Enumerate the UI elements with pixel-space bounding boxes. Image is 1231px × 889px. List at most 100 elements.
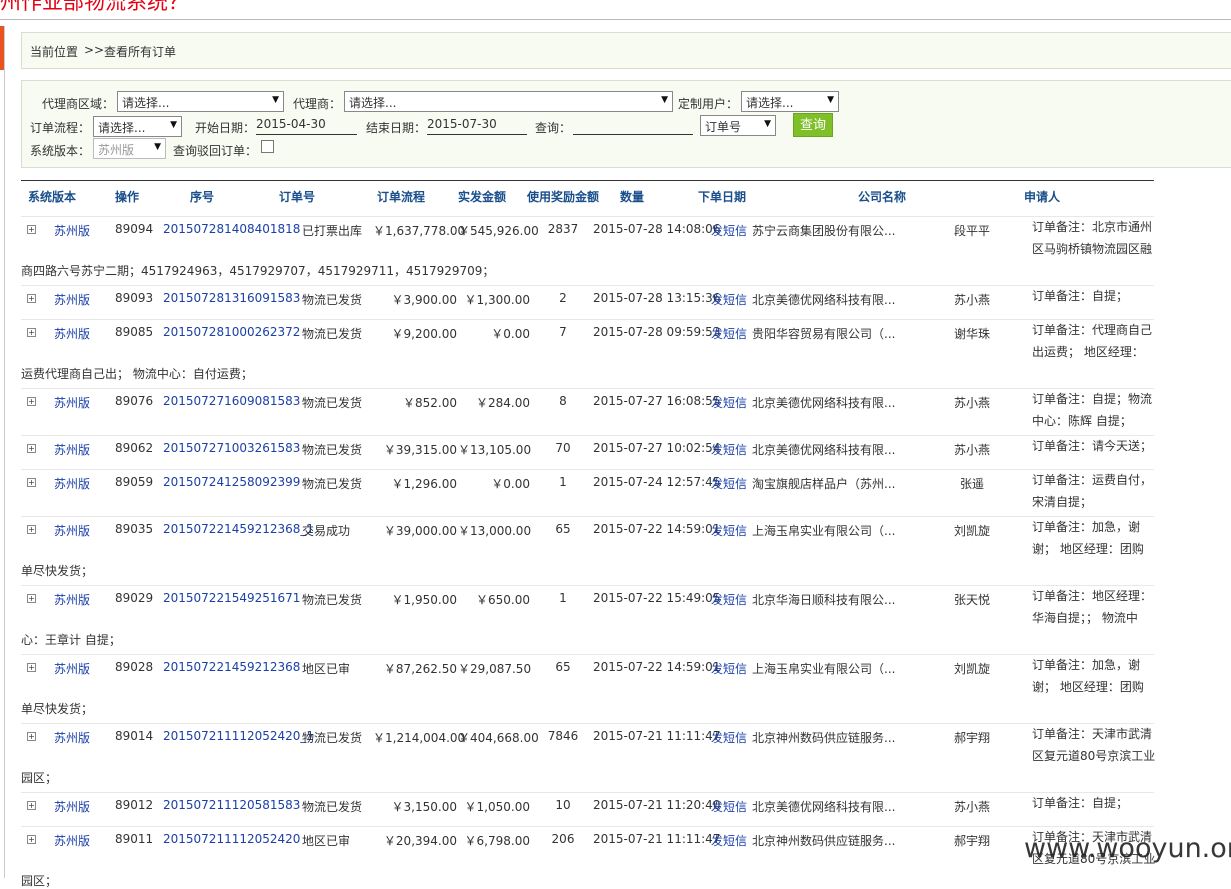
query-type-select[interactable]: 订单号 ▼ xyxy=(700,115,776,136)
cell-amount: ￥1,950.00 xyxy=(391,593,457,607)
note-overflow: 运费代理商自己出； 物流中心：自付运费； xyxy=(21,367,253,381)
send-sms-link[interactable]: 发短信 xyxy=(711,729,747,746)
expand-icon[interactable]: + xyxy=(27,294,36,303)
cell-company: 北京神州数码供应链服务... xyxy=(752,834,896,848)
end-date-input[interactable]: 2015-07-30 xyxy=(427,117,527,135)
cell-note-line2: 中心：陈辉 自提； xyxy=(1032,414,1132,428)
send-sms-link[interactable]: 发短信 xyxy=(711,394,747,411)
cell-company: 北京美德优网络科技有限... xyxy=(752,443,896,457)
chevron-down-icon: ▼ xyxy=(827,95,834,105)
cell-amount: ￥20,394.00 xyxy=(383,834,457,848)
cell-version: 苏州版 xyxy=(54,293,91,307)
cell-seq: 89093 xyxy=(115,291,154,305)
cell-applicant: 苏小燕 xyxy=(953,396,990,410)
send-sms-link[interactable]: 发短信 xyxy=(711,591,747,608)
cell-order[interactable]: 201507281408401818 xyxy=(163,222,300,236)
cell-order[interactable]: 201507271609081583 xyxy=(163,394,300,408)
cell-order[interactable]: 201507221459212368_1 xyxy=(163,522,314,536)
cell-seq: 89076 xyxy=(115,394,154,408)
query-input[interactable] xyxy=(573,117,693,135)
expand-icon[interactable]: + xyxy=(27,444,36,453)
cell-version: 苏州版 xyxy=(54,524,91,538)
expand-icon[interactable]: + xyxy=(27,397,36,406)
query-button[interactable]: 查询 xyxy=(793,113,833,137)
send-sms-link[interactable]: 发短信 xyxy=(711,441,747,458)
cell-order[interactable]: 201507211112052420_1 xyxy=(163,729,314,743)
cell-actual: ￥650.00 xyxy=(476,593,530,607)
cell-note-line1: 订单备注：加急，谢 xyxy=(1032,658,1141,672)
row-divider xyxy=(21,516,1154,517)
row-divider xyxy=(21,469,1154,470)
expand-icon[interactable]: + xyxy=(27,328,36,337)
expand-icon[interactable]: + xyxy=(27,525,36,534)
cell-qty: 65 xyxy=(555,522,571,536)
cell-qty: 10 xyxy=(555,798,571,812)
custom-user-select[interactable]: 请选择... ▼ xyxy=(741,91,839,112)
hdr-applicant: 申请人 xyxy=(1024,190,1061,204)
cell-applicant: 张天悦 xyxy=(953,593,990,607)
expand-icon[interactable]: + xyxy=(27,594,36,603)
cell-order[interactable]: 201507241258092399 xyxy=(163,475,300,489)
send-sms-link[interactable]: 发短信 xyxy=(711,325,747,342)
cell-order[interactable]: 201507281000262372 xyxy=(163,325,300,339)
cell-order[interactable]: 201507221459212368 xyxy=(163,660,300,674)
send-sms-link[interactable]: 发短信 xyxy=(711,475,747,492)
cell-date: 2015-07-21 11:20:40 xyxy=(593,798,721,812)
flow-select[interactable]: 请选择... ▼ xyxy=(93,116,182,137)
hdr-actual: 实发金额 xyxy=(458,190,507,204)
cell-qty: 8 xyxy=(559,394,567,408)
cell-actual: ￥29,087.50 xyxy=(458,662,532,676)
rejected-checkbox[interactable] xyxy=(261,140,274,153)
hdr-reward: 使用奖励金额 xyxy=(527,190,600,204)
cell-order[interactable]: 201507271003261583 xyxy=(163,441,300,455)
expand-icon[interactable]: + xyxy=(27,835,36,844)
send-sms-link[interactable]: 发短信 xyxy=(711,291,747,308)
send-sms-link[interactable]: 发短信 xyxy=(711,832,747,849)
expand-icon[interactable]: + xyxy=(27,801,36,810)
cell-note-line2: 谢； 地区经理：团购 xyxy=(1032,680,1144,694)
region-select[interactable]: 请选择... ▼ xyxy=(117,91,284,112)
cell-version: 苏州版 xyxy=(54,327,91,341)
cell-order[interactable]: 201507211120581583 xyxy=(163,798,300,812)
cell-amount: ￥39,315.00 xyxy=(383,443,457,457)
cell-date: 2015-07-21 11:11:47 xyxy=(593,729,721,743)
breadcrumb-separator: >> xyxy=(84,43,105,57)
agent-select[interactable]: 请选择... ▼ xyxy=(344,91,673,112)
cell-applicant: 郝宇翔 xyxy=(953,834,990,848)
custom-user-label: 定制用户： xyxy=(678,97,739,111)
row-divider xyxy=(21,723,1154,724)
send-sms-link[interactable]: 发短信 xyxy=(711,798,747,815)
cell-date: 2015-07-22 14:59:01 xyxy=(593,522,721,536)
cell-applicant: 苏小燕 xyxy=(953,293,990,307)
cell-order[interactable]: 201507211112052420 xyxy=(163,832,300,846)
cell-amount: ￥3,900.00 xyxy=(391,293,457,307)
cell-flow: 地区已审 xyxy=(302,834,351,848)
expand-icon[interactable]: + xyxy=(27,663,36,672)
cell-actual: ￥6,798.00 xyxy=(464,834,530,848)
note-overflow: 单尽快发货； xyxy=(21,564,94,578)
cell-actual: ￥0.00 xyxy=(491,477,530,491)
chevron-down-icon: ▼ xyxy=(170,120,177,130)
send-sms-link[interactable]: 发短信 xyxy=(711,222,747,239)
cell-order[interactable]: 201507281316091583 xyxy=(163,291,300,305)
start-date-label: 开始日期： xyxy=(195,121,256,135)
cell-note-line2: 区复元道80号京滨工业 xyxy=(1032,749,1156,763)
cell-flow: 物流已发货 xyxy=(302,396,363,410)
expand-icon[interactable]: + xyxy=(27,225,36,234)
send-sms-link[interactable]: 发短信 xyxy=(711,522,747,539)
query-label: 查询： xyxy=(535,121,572,135)
cell-note-line1: 订单备注：天津市武清 xyxy=(1032,727,1153,741)
start-date-input[interactable]: 2015-04-30 xyxy=(256,117,357,135)
cell-order[interactable]: 201507221549251671 xyxy=(163,591,300,605)
cell-company: 苏宁云商集团股份有限公... xyxy=(752,224,896,238)
cell-version: 苏州版 xyxy=(54,593,91,607)
send-sms-link[interactable]: 发短信 xyxy=(711,660,747,677)
cell-applicant: 郝宇翔 xyxy=(953,731,990,745)
cell-actual: ￥13,105.00 xyxy=(458,443,532,457)
expand-icon[interactable]: + xyxy=(27,478,36,487)
expand-icon[interactable]: + xyxy=(27,732,36,741)
cell-note-line1: 订单备注：代理商自己 xyxy=(1032,323,1153,337)
left-divider xyxy=(4,26,5,878)
row-divider xyxy=(21,826,1154,827)
cell-actual: ￥545,926.00 xyxy=(458,224,539,238)
